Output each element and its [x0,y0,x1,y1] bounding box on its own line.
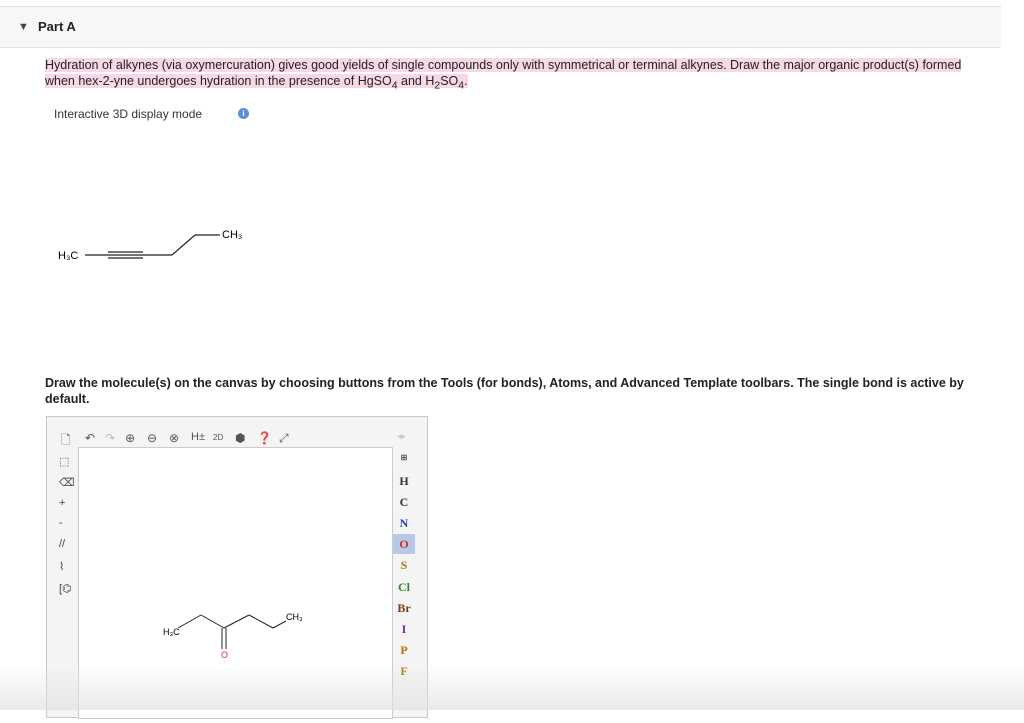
atom-i[interactable]: I [393,622,415,637]
collapse-caret-icon[interactable]: ▼ [18,21,29,33]
part-header[interactable]: ▼ Part A [0,6,1001,48]
select-tool-icon[interactable]: ⬚ [59,455,69,468]
question-text: Hydration of alkynes (via oxymercuration… [45,58,962,92]
molecule-editor: 🗋 ↶ ↷ ⊕ ⊖ ⊗ H± 2D ⬢ ❓ ⤢ ◂▸ ⬚ ⌫ + - // ⌇ … [46,416,428,719]
molecule-preview[interactable]: H₃C CH₃ [55,215,275,275]
undo-icon[interactable]: ↶ [85,431,95,445]
drawn-molecule: H₃C O CH₃ [163,612,303,660]
ch3-label: CH₃ [222,229,242,241]
atom-p[interactable]: P [393,643,415,658]
hydrogen-toggle-button[interactable]: H± [191,431,205,443]
eraser-icon[interactable]: ⌫ [59,476,75,489]
atom-br[interactable]: Br [393,601,415,616]
chain-tool-icon[interactable]: ⌇ [59,560,64,573]
template-tool-icon[interactable]: [⌬ [59,582,72,595]
drawing-canvas[interactable]: H₃C O CH₃ [78,447,393,719]
atom-o[interactable]: O [393,534,415,554]
toolbar-arrows-icon[interactable]: ◂▸ [397,431,406,442]
atom-s[interactable]: S [393,558,415,573]
help-icon[interactable]: ❓ [257,431,272,445]
display-mode-label: Interactive 3D display mode [54,107,203,121]
drawing-instructions: Draw the molecule(s) on the canvas by ch… [45,376,964,406]
part-title: Part A [38,19,76,34]
2d-button[interactable]: 2D [213,433,223,442]
h3c-label: H₃C [58,250,78,262]
atom-f[interactable]: F [393,664,415,679]
atom-n[interactable]: N [393,516,415,531]
zoom-reset-icon[interactable]: ⊗ [169,431,179,445]
atom-cl[interactable]: Cl [393,580,415,595]
info-icon[interactable]: ⬢ [235,431,245,445]
bond-tool-icon[interactable]: // [59,538,65,550]
oxygen-label: O [221,650,228,660]
ch3-label: CH₃ [286,612,303,622]
charge-plus-icon[interactable]: + [59,497,65,509]
charge-minus-icon[interactable]: - [59,517,63,529]
info-icon[interactable]: i [238,108,249,119]
new-icon[interactable]: 🗋 [61,431,71,452]
periodic-table-icon[interactable]: ⊞ [393,453,415,462]
zoom-in-icon[interactable]: ⊕ [125,431,135,445]
atom-h[interactable]: H [393,474,415,489]
h3c-label: H₃C [163,627,180,637]
atom-c[interactable]: C [393,495,415,510]
zoom-out-icon[interactable]: ⊖ [147,431,157,445]
expand-icon[interactable]: ⤢ [279,431,289,446]
redo-icon[interactable]: ↷ [105,431,115,445]
